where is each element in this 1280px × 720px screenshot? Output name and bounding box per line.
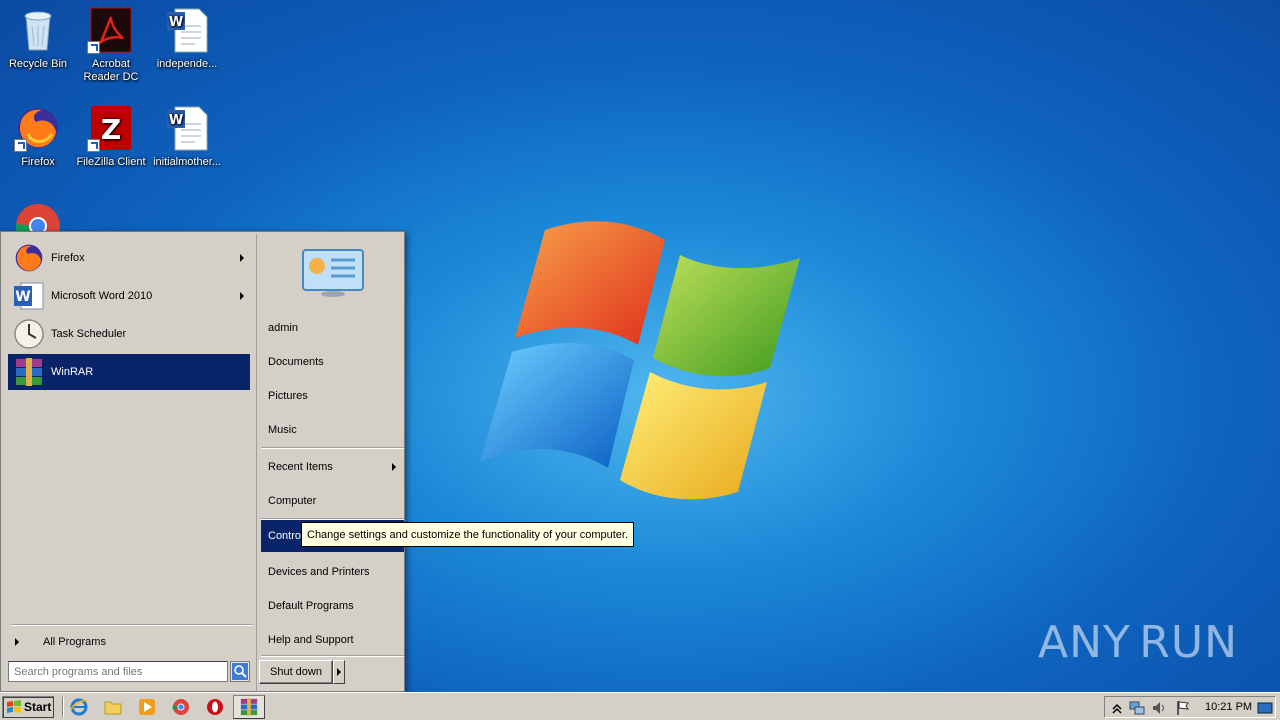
svg-text:W: W <box>169 113 183 128</box>
desktop-icon-label: initialmother... <box>153 156 221 168</box>
places-item-label: Devices and Printers <box>268 566 370 578</box>
places-item-label: Recent Items <box>268 461 333 473</box>
word-document-icon: W <box>163 6 211 54</box>
places-item-recent-items[interactable]: Recent Items <box>261 451 404 483</box>
action-center-flag-icon[interactable] <box>1175 700 1191 716</box>
media-player-icon[interactable] <box>138 698 156 716</box>
places-item-label: admin <box>268 322 298 334</box>
desktop-icon-document-2[interactable]: W initialmother... <box>149 104 225 169</box>
desktop-icon-filezilla[interactable]: Z FileZilla Client <box>73 104 149 169</box>
separator <box>261 447 404 449</box>
submenu-arrow-icon <box>240 292 244 300</box>
shortcut-arrow-icon <box>14 139 27 152</box>
start-button[interactable]: Start <box>2 696 54 718</box>
recycle-bin-icon <box>14 6 62 54</box>
places-item-label: Documents <box>268 356 324 368</box>
places-item-devices-and-printers[interactable]: Devices and Printers <box>261 556 404 588</box>
separator <box>11 624 253 626</box>
start-menu-programs-pane: Firefox W Microsoft Word 2010 Task Sched… <box>3 234 255 654</box>
all-programs-button[interactable]: All Programs <box>11 632 251 652</box>
separator <box>261 655 404 657</box>
chrome-icon[interactable] <box>172 698 190 716</box>
desktop-icon-label: Recycle Bin <box>8 58 68 70</box>
word-document-icon: W <box>163 104 211 152</box>
network-icon[interactable] <box>1129 700 1145 716</box>
show-hidden-icons-icon[interactable] <box>1109 700 1125 716</box>
start-menu: Firefox W Microsoft Word 2010 Task Sched… <box>0 231 405 692</box>
places-item-label: Computer <box>268 495 317 507</box>
watermark-text-right: RUN <box>1139 616 1238 668</box>
places-item-admin[interactable]: admin <box>261 312 404 344</box>
firefox-icon <box>13 242 45 274</box>
taskbar-button-winrar[interactable] <box>233 695 265 719</box>
tooltip-text: Change settings and customize the functi… <box>307 528 629 541</box>
svg-text:W: W <box>169 15 183 30</box>
desktop-icon-label: Firefox <box>21 156 55 168</box>
shut-down-label: Shut down <box>270 666 322 678</box>
folder-icon[interactable] <box>104 698 122 716</box>
program-winrar[interactable]: WinRAR <box>8 354 250 390</box>
taskbar: Start 10:21 PM <box>0 692 1280 720</box>
places-item-default-programs[interactable]: Default Programs <box>261 590 404 622</box>
program-label: Task Scheduler <box>51 328 127 340</box>
acrobat-reader-icon <box>87 6 135 54</box>
places-item-pictures[interactable]: Pictures <box>261 380 404 412</box>
program-label: WinRAR <box>51 366 94 378</box>
start-menu-places-pane: admin Documents Pictures Music Recent It… <box>256 234 404 691</box>
places-item-label: Pictures <box>268 390 308 402</box>
opera-icon[interactable] <box>206 698 224 716</box>
start-label: Start <box>24 700 52 714</box>
firefox-icon <box>14 104 62 152</box>
clock[interactable]: 10:21 PM <box>1205 701 1252 713</box>
word-icon: W <box>13 280 45 312</box>
control-panel-icon <box>301 248 365 298</box>
search-button[interactable] <box>230 661 250 682</box>
volume-icon[interactable] <box>1151 700 1167 716</box>
windows-logo-wallpaper <box>480 221 800 500</box>
search-icon <box>232 663 248 680</box>
svg-text:Z: Z <box>101 113 121 146</box>
show-desktop-icon[interactable] <box>1257 700 1273 716</box>
desktop-icon-label: Acrobat Reader DC <box>83 58 139 83</box>
winrar-icon <box>13 356 45 388</box>
program-firefox[interactable]: Firefox <box>8 240 250 276</box>
shut-down-button[interactable]: Shut down <box>259 660 333 684</box>
watermark-text-left: ANY <box>1038 616 1131 668</box>
desktop-icon-acrobat-reader[interactable]: Acrobat Reader DC <box>73 6 149 84</box>
shortcut-arrow-icon <box>87 139 100 152</box>
submenu-arrow-icon <box>392 463 396 471</box>
shut-down-options-button[interactable] <box>333 660 345 684</box>
separator <box>62 697 64 717</box>
program-label: Firefox <box>51 252 85 264</box>
desktop-icon-label: FileZilla Client <box>76 156 146 168</box>
places-item-label: Music <box>268 424 297 436</box>
places-item-help-and-support[interactable]: Help and Support <box>261 624 404 656</box>
internet-explorer-icon[interactable] <box>70 698 88 716</box>
places-item-label: Help and Support <box>268 634 354 646</box>
filezilla-icon: Z <box>87 104 135 152</box>
desktop-icon-firefox[interactable]: Firefox <box>0 104 76 169</box>
anyrun-watermark: ANY RUN <box>1038 608 1238 676</box>
program-label: Microsoft Word 2010 <box>51 290 153 302</box>
places-item-computer[interactable]: Computer <box>261 485 404 517</box>
search-input[interactable] <box>8 661 228 682</box>
tooltip: Change settings and customize the functi… <box>301 522 634 547</box>
expand-arrow-icon <box>15 638 19 646</box>
places-item-label: Default Programs <box>268 600 354 612</box>
desktop-icon-recycle-bin[interactable]: Recycle Bin <box>0 6 76 71</box>
system-tray: 10:21 PM <box>1104 696 1276 718</box>
program-microsoft-word[interactable]: W Microsoft Word 2010 <box>8 278 250 314</box>
places-item-music[interactable]: Music <box>261 414 404 446</box>
desktop-icon-document-1[interactable]: W independe... <box>149 6 225 71</box>
desktop-icon-label: independe... <box>156 58 218 70</box>
task-scheduler-icon <box>13 318 45 350</box>
program-task-scheduler[interactable]: Task Scheduler <box>8 316 250 352</box>
all-programs-label: All Programs <box>43 636 106 648</box>
winrar-icon <box>240 698 258 716</box>
windows-flag-icon <box>7 700 21 713</box>
shortcut-arrow-icon <box>87 41 100 54</box>
svg-text:W: W <box>15 289 30 305</box>
places-item-documents[interactable]: Documents <box>261 346 404 378</box>
submenu-arrow-icon <box>240 254 244 262</box>
